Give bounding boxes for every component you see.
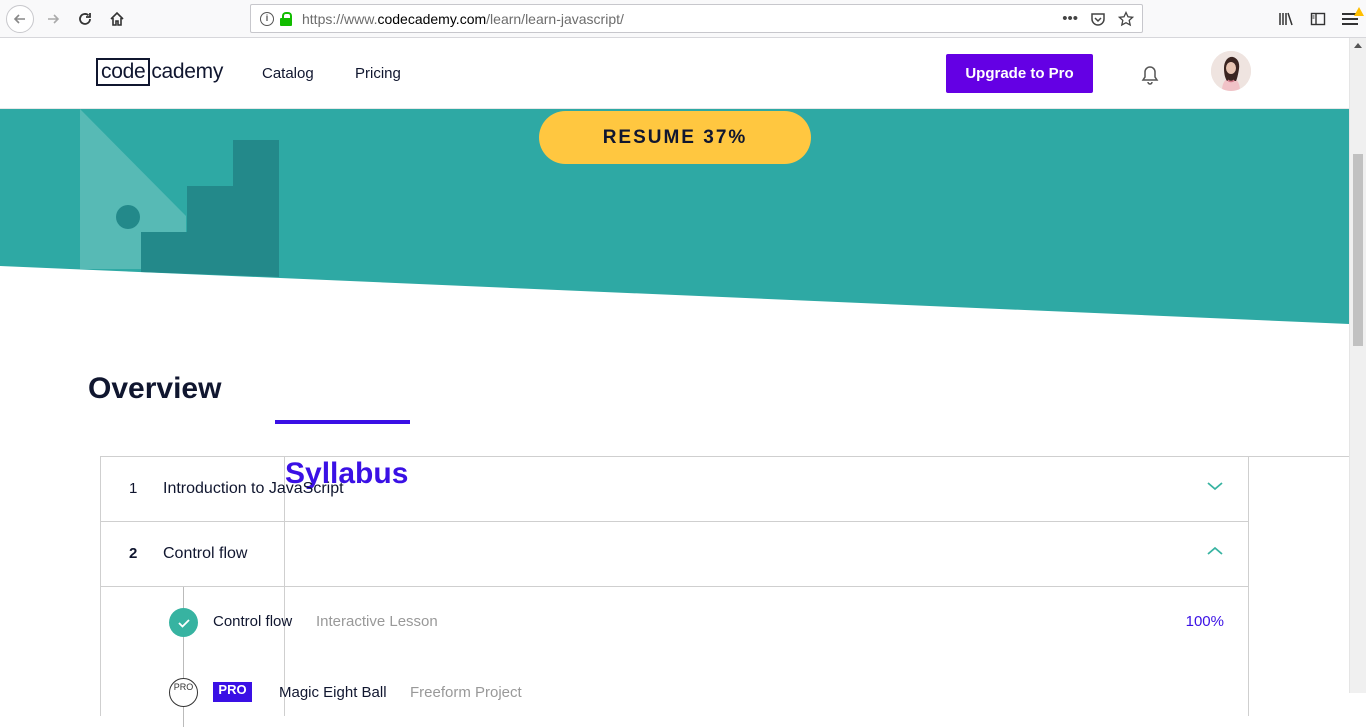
- notification-bell-icon[interactable]: [1141, 65, 1159, 85]
- pocket-icon[interactable]: [1090, 11, 1106, 27]
- chevron-down-icon[interactable]: [1206, 479, 1224, 493]
- info-icon[interactable]: i: [260, 11, 274, 26]
- bookmark-star-icon[interactable]: [1118, 10, 1134, 27]
- resume-button[interactable]: RESUME 37%: [539, 111, 811, 164]
- url-domain: codecademy.com: [377, 10, 487, 27]
- upgrade-to-pro-button[interactable]: Upgrade to Pro: [946, 54, 1093, 93]
- page-scrollbar[interactable]: [1349, 38, 1366, 693]
- chevron-up-icon[interactable]: [1206, 544, 1224, 558]
- lesson-type: Interactive Lesson: [316, 613, 438, 630]
- logo-rest-text: cademy: [151, 60, 224, 83]
- url-prefix: https://www.: [302, 10, 378, 27]
- module-row[interactable]: 2 Control flow: [101, 522, 1248, 587]
- reload-icon: [79, 13, 91, 25]
- active-tab-indicator: [275, 420, 410, 424]
- page-actions-icon[interactable]: •••: [1062, 10, 1078, 27]
- nav-pricing[interactable]: Pricing: [355, 65, 401, 82]
- sidebar-icon[interactable]: [1310, 11, 1326, 27]
- syllabus-list: 1 Introduction to JavaScript 2 Control f…: [100, 456, 1249, 727]
- warning-icon: [1354, 7, 1364, 16]
- home-icon: [110, 11, 124, 26]
- module-number: 1: [129, 480, 138, 497]
- avatar-image: [1211, 51, 1251, 91]
- url-path: /learn/learn-javascript/: [486, 10, 624, 27]
- home-button[interactable]: [103, 5, 131, 33]
- codecademy-logo[interactable]: code cademy: [96, 58, 223, 86]
- pro-badge: PRO: [213, 682, 252, 702]
- logo-boxed-text: code: [96, 58, 151, 86]
- nav-catalog[interactable]: Catalog: [262, 65, 314, 82]
- back-button[interactable]: [6, 5, 34, 33]
- complete-check-icon: [169, 608, 198, 637]
- checkmark-icon: [177, 618, 190, 628]
- library-icon[interactable]: [1278, 11, 1294, 27]
- reload-button[interactable]: [71, 5, 99, 33]
- scroll-up-arrow-icon[interactable]: [1354, 43, 1362, 48]
- lock-icon: [280, 11, 292, 26]
- site-header: code cademy Catalog Pricing Upgrade to Pr…: [0, 38, 1349, 109]
- lesson-progress: 100%: [1185, 613, 1224, 630]
- module-title: Introduction to JavaScript: [163, 480, 344, 497]
- hamburger-menu-icon[interactable]: [1342, 7, 1364, 25]
- tab-overview[interactable]: Overview: [88, 372, 221, 406]
- address-bar[interactable]: i https://www.codecademy.com/learn/learn…: [250, 4, 1143, 33]
- browser-toolbar: i https://www.codecademy.com/learn/learn…: [0, 0, 1366, 38]
- lesson-title[interactable]: Control flow: [213, 613, 292, 630]
- forward-button[interactable]: [39, 5, 67, 33]
- module-number: 2: [129, 545, 138, 562]
- module-title: Control flow: [163, 545, 248, 562]
- module-row[interactable]: 1 Introduction to JavaScript: [101, 457, 1248, 522]
- user-avatar[interactable]: [1211, 51, 1251, 91]
- arrow-left-icon: [13, 14, 25, 24]
- url-text: https://www.codecademy.com/learn/learn-j…: [302, 11, 624, 27]
- scrollbar-thumb[interactable]: [1353, 154, 1363, 346]
- arrow-right-icon: [48, 14, 60, 24]
